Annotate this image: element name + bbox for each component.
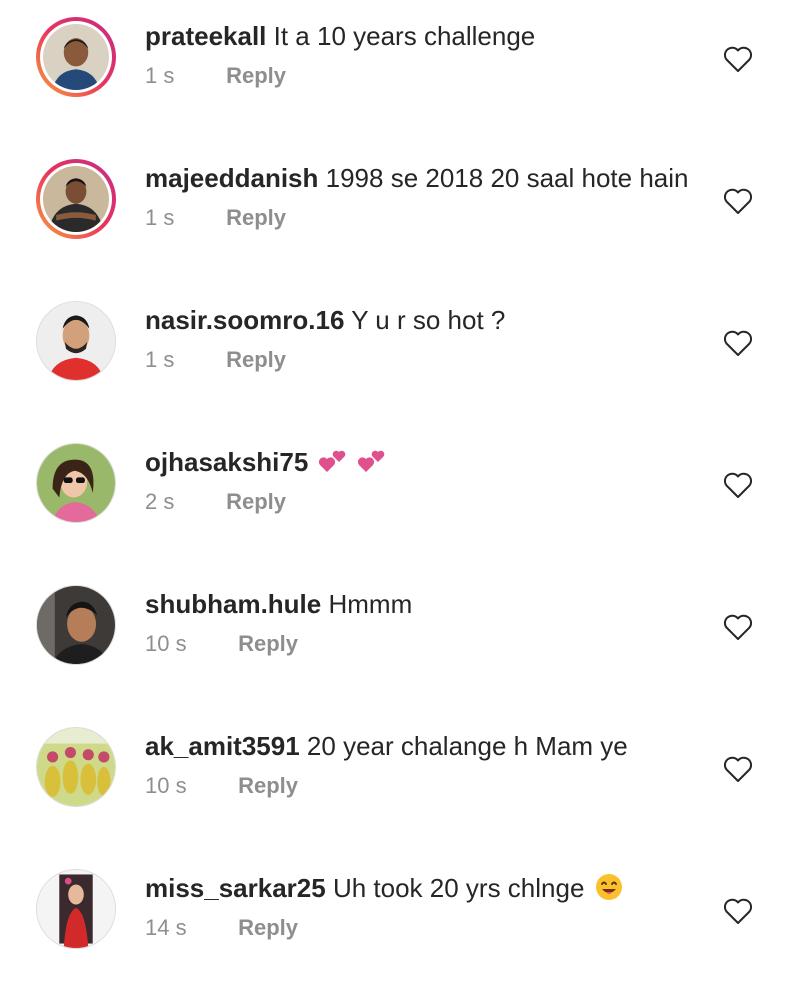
comment-time: 1 s [145,347,175,372]
comment-meta: 1 s Reply [145,205,286,231]
comment-meta: 14 s Reply [145,915,298,941]
reply-button[interactable]: Reply [226,63,286,88]
comment-text: miss_sarkar25 Uh took 20 yrs chlnge [145,872,624,904]
user-avatar-icon [43,166,109,232]
comment-text: prateekall It a 10 years challenge [145,20,535,52]
comment-meta: 10 s Reply [145,773,298,799]
comment-username[interactable]: shubham.hule [145,589,321,619]
reply-button[interactable]: Reply [238,773,298,798]
heart-icon[interactable] [723,187,753,215]
reply-button[interactable]: Reply [226,489,286,514]
comment-body: 20 year chalange h Mam ye [306,731,628,761]
comment-time: 2 s [145,489,175,514]
comments-list: prateekall It a 10 years challenge 1 s R… [0,0,800,962]
comment-text: nasir.soomro.16 Y u r so hot ? [145,304,505,336]
comment-text: ak_amit3591 20 year chalange h Mam ye [145,730,628,762]
comment-username[interactable]: ak_amit3591 [145,731,300,761]
comment-time: 14 s [145,915,187,940]
avatar[interactable] [36,585,116,665]
comment-item: prateekall It a 10 years challenge 1 s R… [0,0,800,142]
comment-meta: 2 s Reply [145,489,286,515]
two-hearts-emoji [357,450,385,472]
two-hearts-emoji [318,450,345,472]
comment-body: Y u r so hot ? [351,305,506,335]
comment-username[interactable]: ojhasakshi75 [145,447,308,477]
comment-body: Hmmm [328,589,413,619]
avatar[interactable] [36,727,116,807]
comment-text: ojhasakshi75 [145,446,387,478]
heart-icon[interactable] [723,471,753,499]
comment-username[interactable]: nasir.soomro.16 [145,305,344,335]
avatar[interactable] [36,443,116,523]
reply-button[interactable]: Reply [238,631,298,656]
comment-time: 1 s [145,205,175,230]
comment-meta: 10 s Reply [145,631,298,657]
reply-button[interactable]: Reply [226,205,286,230]
comment-username[interactable]: majeeddanish [145,163,318,193]
comment-item: ak_amit3591 20 year chalange h Mam ye 10… [0,710,800,852]
comment-item: ojhasakshi75 2 s Reply [0,426,800,568]
heart-icon[interactable] [723,329,753,357]
avatar[interactable] [36,301,116,381]
avatar[interactable] [36,17,116,97]
user-avatar-icon [37,728,115,806]
user-avatar-icon [37,444,115,522]
comment-item: shubham.hule Hmmm 10 s Reply [0,568,800,710]
comment-item: nasir.soomro.16 Y u r so hot ? 1 s Reply [0,284,800,426]
heart-icon[interactable] [723,613,753,641]
avatar[interactable] [36,159,116,239]
heart-icon[interactable] [723,45,753,73]
user-avatar-icon [43,24,109,90]
comment-username[interactable]: miss_sarkar25 [145,873,326,903]
comment-body: Uh took 20 yrs chlnge [332,873,585,903]
comment-meta: 1 s Reply [145,347,286,373]
user-avatar-icon [37,302,115,380]
user-avatar-icon [37,586,115,664]
comment-body: 1998 se 2018 20 saal hote hain [325,163,689,193]
heart-icon[interactable] [723,897,753,925]
comment-time: 10 s [145,631,187,656]
reply-button[interactable]: Reply [226,347,286,372]
avatar[interactable] [36,869,116,949]
comment-body: It a 10 years challenge [273,21,536,51]
comment-item: miss_sarkar25 Uh took 20 yrs chlnge 14 s… [0,852,800,994]
smiling-face-emoji [595,874,622,900]
comment-meta: 1 s Reply [145,63,286,89]
user-avatar-icon [37,870,115,948]
comment-item: majeeddanish 1998 se 2018 20 saal hote h… [0,142,800,284]
comment-time: 1 s [145,63,175,88]
reply-button[interactable]: Reply [238,915,298,940]
heart-icon[interactable] [723,755,753,783]
comment-text: majeeddanish 1998 se 2018 20 saal hote h… [145,162,689,194]
comment-time: 10 s [145,773,187,798]
comment-text: shubham.hule Hmmm [145,588,412,620]
comment-username[interactable]: prateekall [145,21,266,51]
